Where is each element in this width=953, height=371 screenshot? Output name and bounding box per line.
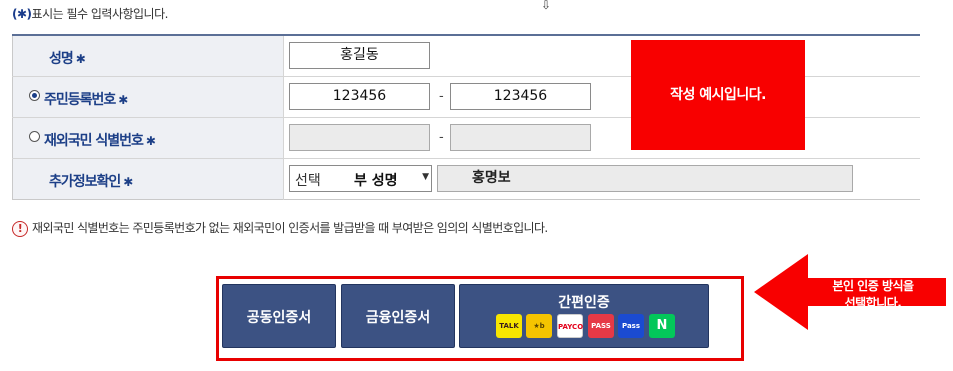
chevron-down-icon: ▼ bbox=[422, 172, 429, 182]
simple-auth-button[interactable]: 간편인증 TALK ★b PAYCO PASS Pass N bbox=[459, 284, 709, 348]
extra-info-select[interactable]: 선택 부 성명 ▼ bbox=[289, 165, 432, 192]
kb-icon: ★b bbox=[526, 314, 552, 338]
simple-auth-label: 간편인증 bbox=[558, 295, 610, 311]
name-input[interactable]: 홍길동 bbox=[289, 42, 430, 69]
required-note-text: 표시는 필수 입력사항입니다. bbox=[31, 7, 169, 21]
extra-info-value-field[interactable]: 홍명보 bbox=[437, 165, 853, 192]
callout-line1: 본인 인증 방식을 bbox=[832, 279, 914, 293]
notice-text: 재외국민 식별번호는 주민등록번호가 없는 재외국민이 인증서를 발급받을 때 … bbox=[32, 221, 548, 235]
callout-line2: 선택합니다. bbox=[844, 296, 902, 310]
required-star-icon: ✱ bbox=[75, 52, 86, 66]
name-label: 성명 bbox=[49, 51, 74, 67]
joint-cert-button[interactable]: 공동인증서 bbox=[222, 284, 336, 348]
financial-cert-button[interactable]: 금융인증서 bbox=[341, 284, 455, 348]
kakao-icon: TALK bbox=[496, 314, 522, 338]
naver-icon: N bbox=[649, 314, 675, 338]
foreign-id-back-input[interactable] bbox=[450, 124, 591, 151]
joint-cert-label: 공동인증서 bbox=[246, 310, 312, 326]
resident-id-radio[interactable] bbox=[29, 90, 40, 101]
foreign-id-notice: ! 재외국민 식별번호는 주민등록번호가 없는 재외국민이 인증서를 발급받을 때… bbox=[12, 219, 548, 237]
extra-info-value: 홍명보 bbox=[472, 170, 511, 186]
required-star-icon: ✱ bbox=[118, 93, 128, 107]
example-overlay: 작성 예시입니다. bbox=[631, 40, 805, 150]
financial-cert-label: 금융인증서 bbox=[365, 310, 431, 326]
samsung-pass-icon: Pass bbox=[618, 314, 644, 338]
callout-text: 본인 인증 방식을 선택합니다. bbox=[802, 278, 944, 312]
resident-id-label-cell[interactable]: 주민등록번호 ✱ bbox=[12, 76, 284, 118]
extra-info-label-cell: 추가정보확인 ✱ bbox=[12, 158, 284, 200]
foreign-id-label: 재외국민 식별번호 bbox=[44, 133, 144, 149]
select-value: 부 성명 bbox=[354, 173, 398, 189]
foreign-id-front-input[interactable] bbox=[289, 124, 430, 151]
required-mark: (✱) bbox=[12, 7, 32, 21]
form-row-extra-info: 추가정보확인 ✱ 선택 부 성명 ▼ 홍명보 bbox=[12, 158, 921, 200]
foreign-id-radio[interactable] bbox=[29, 131, 40, 142]
foreign-id-separator: - bbox=[439, 130, 444, 145]
required-star-icon: ✱ bbox=[123, 175, 133, 189]
foreign-id-label-cell[interactable]: 재외국민 식별번호 ✱ bbox=[12, 117, 284, 159]
required-fields-note: (✱)표시는 필수 입력사항입니다. bbox=[12, 5, 168, 22]
resident-id-back-input[interactable]: 123456 bbox=[450, 83, 591, 110]
payco-icon: PAYCO bbox=[557, 314, 583, 338]
resident-id-front-input[interactable]: 123456 bbox=[289, 83, 430, 110]
callout-arrow: 본인 인증 방식을 선택합니다. bbox=[754, 254, 946, 330]
resident-id-label: 주민등록번호 bbox=[44, 92, 116, 108]
pass-icon: PASS bbox=[588, 314, 614, 338]
exclamation-icon: ! bbox=[12, 220, 28, 237]
required-star-icon: ✱ bbox=[145, 134, 156, 148]
select-placeholder: 선택 bbox=[295, 173, 321, 189]
extra-info-label: 추가정보확인 bbox=[49, 174, 121, 190]
mouse-cursor-icon: ⇩ bbox=[541, 0, 552, 12]
resident-id-separator: - bbox=[439, 89, 444, 104]
name-label-cell: 성명 ✱ bbox=[12, 35, 284, 77]
